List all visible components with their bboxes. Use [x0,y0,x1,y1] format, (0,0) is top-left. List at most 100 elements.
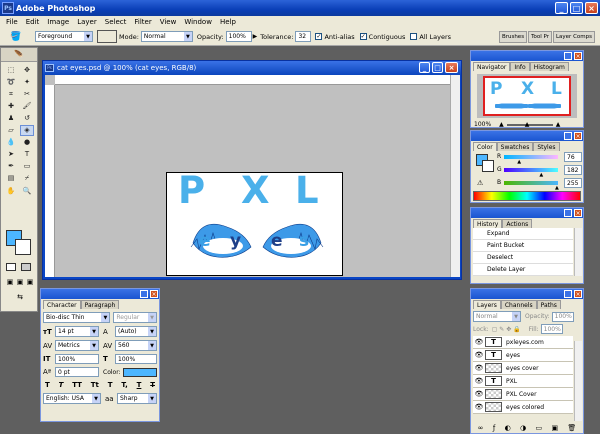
history-item[interactable]: Delete Layer [473,264,573,276]
font-style-select[interactable]: Regular ▼ [113,312,157,323]
hand-tool-icon[interactable]: ✋ [4,185,18,196]
visibility-eye-icon[interactable]: 👁 [473,377,485,385]
panel-close-icon[interactable]: × [574,132,582,140]
stamp-tool-icon[interactable]: ♟ [4,113,18,124]
menu-window[interactable]: Window [180,18,216,26]
layer-row[interactable]: 👁 Tpxleyes.com [473,336,573,349]
panel-minimize-icon[interactable]: _ [564,209,572,217]
zoom-in-icon[interactable]: ▲ [556,121,561,128]
tracking-select[interactable]: 560 ▼ [115,340,157,351]
pen-tool-icon[interactable]: ✒ [4,161,18,172]
dodge-tool-icon[interactable]: ● [20,137,34,148]
doc-minimize-button[interactable]: _ [419,62,430,73]
navigator-view-box[interactable]: P X L [483,76,571,116]
quick-mask-icon[interactable] [21,263,31,271]
color-background-swatch[interactable] [482,160,494,172]
subscript-button[interactable]: T, [121,381,127,389]
image-canvas[interactable]: P X L e y e s [166,169,343,276]
navigator-preview[interactable]: P X L [477,74,577,118]
background-color-swatch[interactable] [15,239,31,255]
faux-italic-button[interactable]: T [59,381,64,389]
healing-brush-tool-icon[interactable]: ✚ [4,101,18,112]
layer-row[interactable]: 👁 Teyes [473,349,573,362]
photoshop-app-icon[interactable]: Ps [2,2,14,14]
history-panel-titlebar[interactable]: _ × [471,208,583,218]
doc-close-button[interactable]: × [445,62,458,73]
zoom-tool-icon[interactable]: 🔍 [20,185,34,196]
paint-bucket-tool-icon[interactable]: ◈ [20,124,34,136]
layers-footer-icons[interactable]: ∞ ƒ ◐ ◑ ▭ ▣ 🗑 [473,424,581,432]
red-slider-thumb[interactable]: ▲ [517,159,521,165]
leading-select[interactable]: (Auto) ▼ [115,326,157,337]
blur-tool-icon[interactable]: 💧 [4,137,18,148]
blend-mode-select[interactable]: Normal ▼ [473,311,521,322]
baseline-shift-field[interactable]: 0 pt [55,367,99,377]
vertical-scrollbar[interactable] [450,75,460,277]
small-caps-button[interactable]: Tt [91,381,99,389]
crop-tool-icon[interactable]: ⌗ [4,89,18,100]
tab-channels[interactable]: Channels [500,300,537,309]
panel-minimize-icon[interactable]: _ [564,52,572,60]
standard-mode-icon[interactable] [6,263,16,271]
tab-styles[interactable]: Styles [533,142,560,151]
layer-row[interactable]: 👁 PXL Cover [473,388,573,401]
visibility-eye-icon[interactable]: 👁 [473,351,485,359]
jump-to-imageready-icon[interactable]: ⇆ [5,293,35,303]
menu-view[interactable]: View [156,18,181,26]
zoom-out-icon[interactable]: ▲ [499,121,504,128]
history-scrollbar[interactable] [574,228,582,276]
red-value-field[interactable]: 76 [564,152,582,162]
well-tab-tool-presets[interactable]: Tool Pr [528,30,552,43]
strikethrough-button[interactable]: T [150,381,155,389]
paint-bucket-preset-icon[interactable]: 🪣 [3,30,29,44]
history-brush-tool-icon[interactable]: ↺ [20,113,34,124]
path-select-tool-icon[interactable]: ➤ [4,149,18,160]
navigator-panel-titlebar[interactable]: _ × [471,51,583,61]
superscript-button[interactable]: T [108,381,113,389]
menu-file[interactable]: File [2,18,22,26]
faux-bold-button[interactable]: T [45,381,50,389]
mode-select[interactable]: Normal ▼ [140,31,193,42]
vertical-scale-field[interactable]: 100% [55,354,99,364]
tab-swatches[interactable]: Swatches [496,142,534,151]
panel-close-icon[interactable]: × [574,290,582,298]
red-slider-track[interactable] [504,155,558,159]
tab-character[interactable]: Character [43,300,81,309]
minimize-button[interactable]: _ [555,2,568,14]
type-tool-icon[interactable]: T [20,149,34,160]
notes-tool-icon[interactable]: ▤ [4,173,18,184]
opacity-field[interactable]: 100% [225,31,252,42]
color-spectrum-bar[interactable] [473,191,581,201]
kerning-select[interactable]: Metrics ▼ [55,340,99,351]
tab-history[interactable]: History [473,219,503,228]
tab-actions[interactable]: Actions [502,219,533,228]
all-caps-button[interactable]: TT [72,381,82,389]
move-tool-icon[interactable]: ✥ [20,64,34,75]
history-item[interactable]: Deselect [473,252,573,264]
color-panel-titlebar[interactable]: _ × [471,131,583,141]
antialias-checkbox[interactable]: ✓ [315,33,323,40]
layer-opacity-field[interactable]: 100% [551,311,574,322]
layer-row[interactable]: 👁 T PXL [473,375,573,388]
layer-row[interactable]: 👁 eyes colored [473,401,573,414]
tab-info[interactable]: Info [510,62,530,71]
doc-maximize-button[interactable]: □ [432,62,443,73]
eyedropper-tool-icon[interactable]: ⌿ [20,173,34,184]
navigator-zoom-value[interactable]: 100% [474,121,491,128]
panel-minimize-icon[interactable]: _ [564,132,572,140]
menu-image[interactable]: Image [43,18,73,26]
menu-layer[interactable]: Layer [73,18,101,26]
green-slider-track[interactable] [504,168,558,172]
underline-button[interactable]: T [137,381,142,389]
menu-select[interactable]: Select [101,18,131,26]
green-slider-thumb[interactable]: ▲ [539,172,543,178]
close-button[interactable]: × [585,2,598,14]
document-title-bar[interactable]: cat eyes.psd @ 100% (cat eyes, RGB/8) [43,61,461,75]
blue-value-field[interactable]: 255 [564,178,582,188]
panel-close-icon[interactable]: × [574,209,582,217]
panel-minimize-icon[interactable]: _ [564,290,572,298]
well-tab-layer-comps[interactable]: Layer Comps [552,30,595,43]
menu-edit[interactable]: Edit [22,18,44,26]
visibility-eye-icon[interactable]: 👁 [473,338,485,346]
lasso-tool-icon[interactable]: ➰ [4,76,18,87]
